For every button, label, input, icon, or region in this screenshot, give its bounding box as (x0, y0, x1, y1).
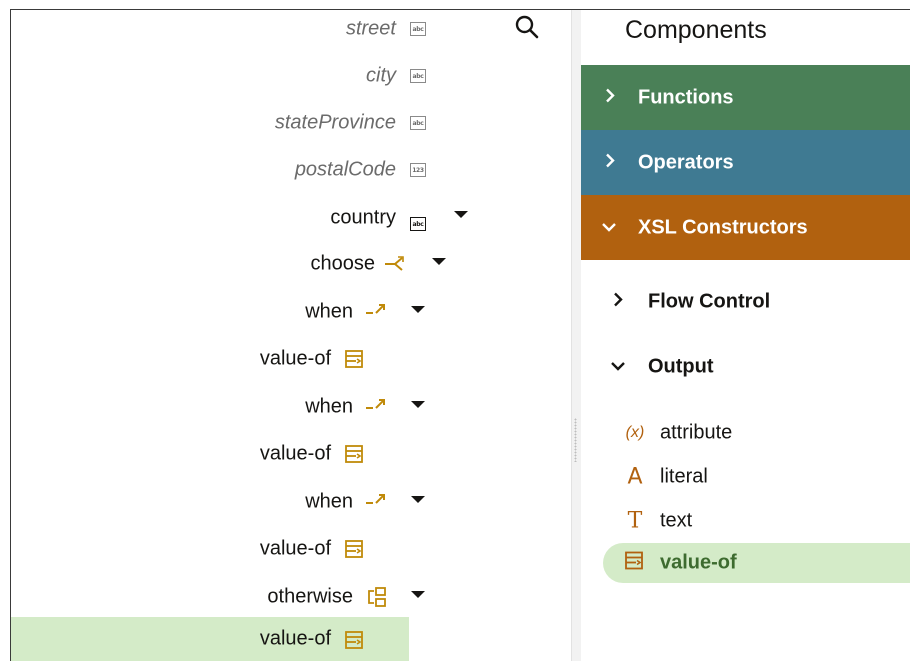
value-of-icon (344, 630, 366, 655)
component-label: literal (660, 465, 708, 488)
tree-node-street[interactable]: street (11, 7, 396, 51)
literal-icon: A (627, 464, 643, 490)
string-type-icon: abc (410, 22, 426, 36)
group-label: Output (648, 355, 714, 378)
group-flow-control[interactable]: Flow Control (581, 282, 910, 322)
tree-node-label: city (366, 64, 396, 87)
tree-node-label: stateProvince (274, 111, 396, 134)
tree-node-label: when (305, 300, 353, 323)
when-icon (365, 302, 387, 323)
component-attribute[interactable]: (x) attribute (603, 413, 910, 453)
otherwise-icon (366, 587, 388, 612)
string-type-icon: abc (410, 116, 426, 130)
chevron-right-icon (605, 87, 615, 108)
tree-node-label: value-of (259, 442, 331, 465)
tree-node-label: value-of (259, 347, 331, 370)
tree-node-city[interactable]: city (11, 54, 396, 98)
expand-caret-icon[interactable] (411, 401, 425, 408)
tree-node-label: value-of (259, 627, 331, 650)
tree-node-label: postalCode (294, 158, 396, 181)
chevron-down-icon (601, 219, 617, 237)
expand-caret-icon[interactable] (411, 591, 425, 598)
number-type-icon: 123 (410, 163, 426, 177)
tree-node-label: when (305, 395, 353, 418)
tree-node-when[interactable]: when (11, 290, 353, 334)
tree-node-value-of[interactable]: value-of (11, 527, 331, 571)
tree-node-value-of[interactable]: value-of (11, 337, 331, 381)
tree-node-postalcode[interactable]: postalCode (11, 148, 396, 192)
section-xsl-constructors[interactable]: XSL Constructors (581, 195, 910, 260)
group-label: Flow Control (648, 290, 771, 313)
section-operators[interactable]: Operators (581, 130, 910, 195)
components-panel: Components Functions Operators XSL Const… (581, 10, 910, 661)
panel-splitter[interactable] (571, 10, 581, 661)
value-of-icon (344, 539, 366, 564)
choose-icon (383, 255, 407, 278)
tree-node-when[interactable]: when (11, 385, 353, 429)
tree-node-stateprovince[interactable]: stateProvince (11, 101, 396, 145)
section-label: Operators (638, 151, 734, 173)
mapping-tree: street abc city abc stateProvince abc po… (11, 10, 571, 661)
group-output[interactable]: Output (581, 347, 910, 387)
tree-node-label: country (330, 206, 396, 229)
component-literal[interactable]: A literal (603, 457, 910, 497)
value-of-icon (344, 444, 366, 469)
component-label: text (660, 509, 693, 532)
expand-caret-icon[interactable] (454, 211, 468, 218)
expand-caret-icon[interactable] (411, 496, 425, 503)
component-value-of[interactable]: value-of (603, 543, 910, 583)
section-label: Functions (638, 86, 734, 108)
component-text[interactable]: T text (603, 501, 910, 541)
tree-node-label: otherwise (267, 585, 353, 608)
when-icon (365, 492, 387, 513)
search-icon[interactable] (514, 14, 540, 45)
tree-node-when[interactable]: when (11, 480, 353, 524)
tree-node-country[interactable]: country (11, 196, 396, 240)
chevron-right-icon (605, 152, 615, 173)
text-icon: T (627, 508, 643, 534)
expand-caret-icon[interactable] (432, 258, 446, 265)
chevron-down-icon (610, 358, 626, 376)
tree-node-otherwise[interactable]: otherwise (11, 575, 353, 619)
tree-node-label: choose (310, 252, 376, 275)
panel-title: Components (625, 16, 767, 44)
string-type-icon: abc (410, 217, 426, 231)
value-of-icon (621, 551, 649, 576)
tree-node-label: street (345, 17, 396, 40)
variable-icon: (x) (625, 424, 645, 441)
splitter-grip-icon[interactable] (574, 418, 577, 462)
when-icon (365, 397, 387, 418)
string-type-icon: abc (410, 69, 426, 83)
expand-caret-icon[interactable] (411, 306, 425, 313)
component-label: attribute (660, 421, 733, 444)
tree-node-label: value-of (259, 537, 331, 560)
tree-node-label: when (305, 490, 353, 513)
component-label: value-of (660, 551, 737, 574)
value-of-icon (344, 349, 366, 374)
tree-node-value-of[interactable]: value-of (11, 432, 331, 476)
section-label: XSL Constructors (638, 216, 808, 238)
section-functions[interactable]: Functions (581, 65, 910, 130)
chevron-right-icon (613, 292, 623, 313)
tree-node-choose[interactable]: choose (11, 242, 376, 286)
